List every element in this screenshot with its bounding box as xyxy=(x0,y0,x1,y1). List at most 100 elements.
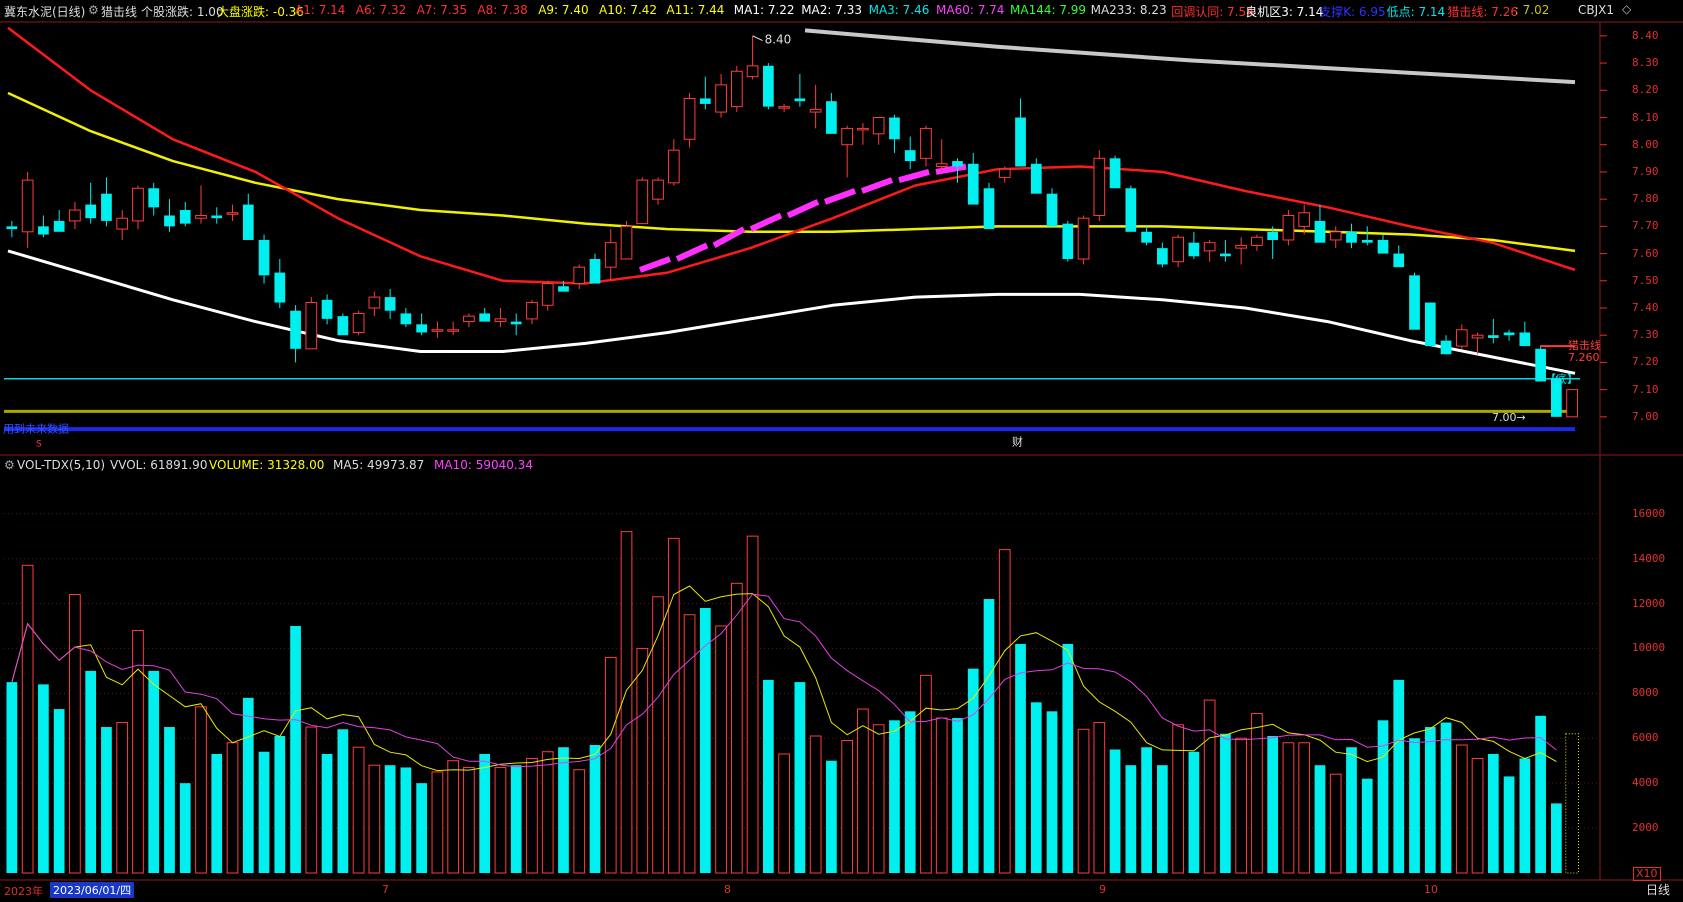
volume-bar xyxy=(841,740,854,874)
candle-body xyxy=(447,329,460,332)
magenta-dash xyxy=(860,177,894,194)
month-tick: 9 xyxy=(1099,883,1106,896)
volume-bar xyxy=(85,670,97,873)
volume-bar xyxy=(1346,747,1357,873)
volume-bar xyxy=(21,564,34,874)
future-data-notice: 用到未来数据 xyxy=(3,421,69,435)
volume-bar xyxy=(1503,776,1515,873)
volume-bar xyxy=(1535,715,1546,873)
period-tab-daily[interactable]: 日线 xyxy=(1646,881,1670,898)
magenta-dash xyxy=(898,169,930,183)
candle-body xyxy=(1203,242,1216,252)
month-tick: 7 xyxy=(382,883,389,896)
volume-bar xyxy=(1251,713,1263,874)
candle-body xyxy=(558,286,569,292)
price-axis-label: 7.20 xyxy=(1632,355,1659,369)
candle-body xyxy=(1377,239,1389,254)
candle-body xyxy=(998,168,1011,178)
volume-bar xyxy=(226,742,239,874)
candle-body xyxy=(1267,231,1279,240)
candle-body xyxy=(935,163,948,167)
volume-bar xyxy=(541,751,554,874)
price-axis-label: 8.30 xyxy=(1632,56,1659,70)
candle-body xyxy=(384,297,396,311)
volume-bar xyxy=(1172,724,1184,874)
volume-axis-label: 14000 xyxy=(1632,551,1666,565)
volume-bar xyxy=(526,757,538,874)
candle-body xyxy=(872,117,885,135)
candle-body xyxy=(38,226,49,235)
volume-bar xyxy=(1377,720,1389,873)
magenta-dash xyxy=(786,199,820,219)
financial-report-marker: 财 xyxy=(1012,434,1023,448)
price-axis-label: 7.10 xyxy=(1632,382,1659,396)
volume-bar xyxy=(479,753,491,873)
volume-indicator-name[interactable]: VOL-TDX(5,10) xyxy=(17,458,105,472)
volume-bar xyxy=(352,746,365,874)
volume-bar xyxy=(715,625,727,874)
volume-bar xyxy=(1314,765,1326,873)
ma-red-line xyxy=(7,26,1576,285)
volume-bar xyxy=(148,670,160,873)
volume-bar xyxy=(447,760,460,874)
candle-body xyxy=(746,65,759,78)
volume-bar xyxy=(1015,643,1026,873)
volume-gear-icon[interactable]: ⚙ xyxy=(4,458,15,472)
volume-axis-label: 16000 xyxy=(1632,506,1666,520)
candle-body xyxy=(1172,236,1184,263)
volume-bar xyxy=(1551,803,1562,873)
candle-body xyxy=(211,215,223,219)
volume-bar xyxy=(667,537,680,874)
volume-bar xyxy=(998,549,1011,874)
volume-bar xyxy=(778,753,790,874)
candle-body xyxy=(1235,244,1248,249)
candle-body xyxy=(526,302,538,320)
volume-bar xyxy=(983,599,995,873)
candle-body xyxy=(1346,231,1357,243)
month-tick: 8 xyxy=(724,883,731,896)
volume-bar xyxy=(195,706,207,874)
volume-bar xyxy=(1203,699,1216,874)
candle-body xyxy=(1298,212,1311,227)
candle-body xyxy=(1030,163,1042,194)
candle-body xyxy=(636,179,649,225)
selected-date: 2023/06/01/四 xyxy=(50,882,135,898)
candle-body xyxy=(1314,220,1326,243)
candle-body xyxy=(857,127,869,131)
volume-bar xyxy=(809,735,822,874)
candle-body xyxy=(85,204,97,219)
candle-body xyxy=(1440,340,1452,355)
volume-bar xyxy=(889,720,900,873)
price-axis-label: 7.40 xyxy=(1632,300,1659,314)
volume-bar xyxy=(1361,778,1373,873)
candle-body xyxy=(794,98,806,102)
volume-bar xyxy=(69,594,81,874)
volume-bar xyxy=(321,753,333,873)
ma-gray-line xyxy=(804,28,1576,85)
volume-bar xyxy=(604,656,617,874)
volume-bar xyxy=(1440,722,1452,873)
candle-body xyxy=(132,187,144,222)
month-tick: 10 xyxy=(1424,883,1438,896)
ma10-value: MA10: 59040.34 xyxy=(434,458,533,472)
candle-body xyxy=(1251,236,1263,246)
magenta-dash xyxy=(749,212,783,232)
volume-value: VOLUME: 31328.00 xyxy=(209,458,325,472)
candle-body xyxy=(667,149,680,184)
chart-canvas[interactable]: 8.407.00→猎击线7.260【底】用到未来数据财S xyxy=(0,0,1683,902)
volume-bar xyxy=(368,764,381,874)
price-axis-label: 8.10 xyxy=(1632,110,1659,124)
volume-bar xyxy=(1455,744,1468,874)
volume-bar xyxy=(305,726,318,874)
price-axis-label: 7.50 xyxy=(1632,273,1659,287)
price-axis-label: 7.90 xyxy=(1632,164,1659,178)
volume-bar xyxy=(6,682,18,873)
candle-body xyxy=(1409,275,1420,330)
candle-body xyxy=(715,84,727,113)
candle-body xyxy=(589,259,601,284)
year-label: 2023年 xyxy=(4,885,43,898)
volume-bar xyxy=(164,727,175,873)
candle-body xyxy=(920,127,932,159)
candle-body xyxy=(699,98,711,104)
candle-body xyxy=(101,193,112,221)
